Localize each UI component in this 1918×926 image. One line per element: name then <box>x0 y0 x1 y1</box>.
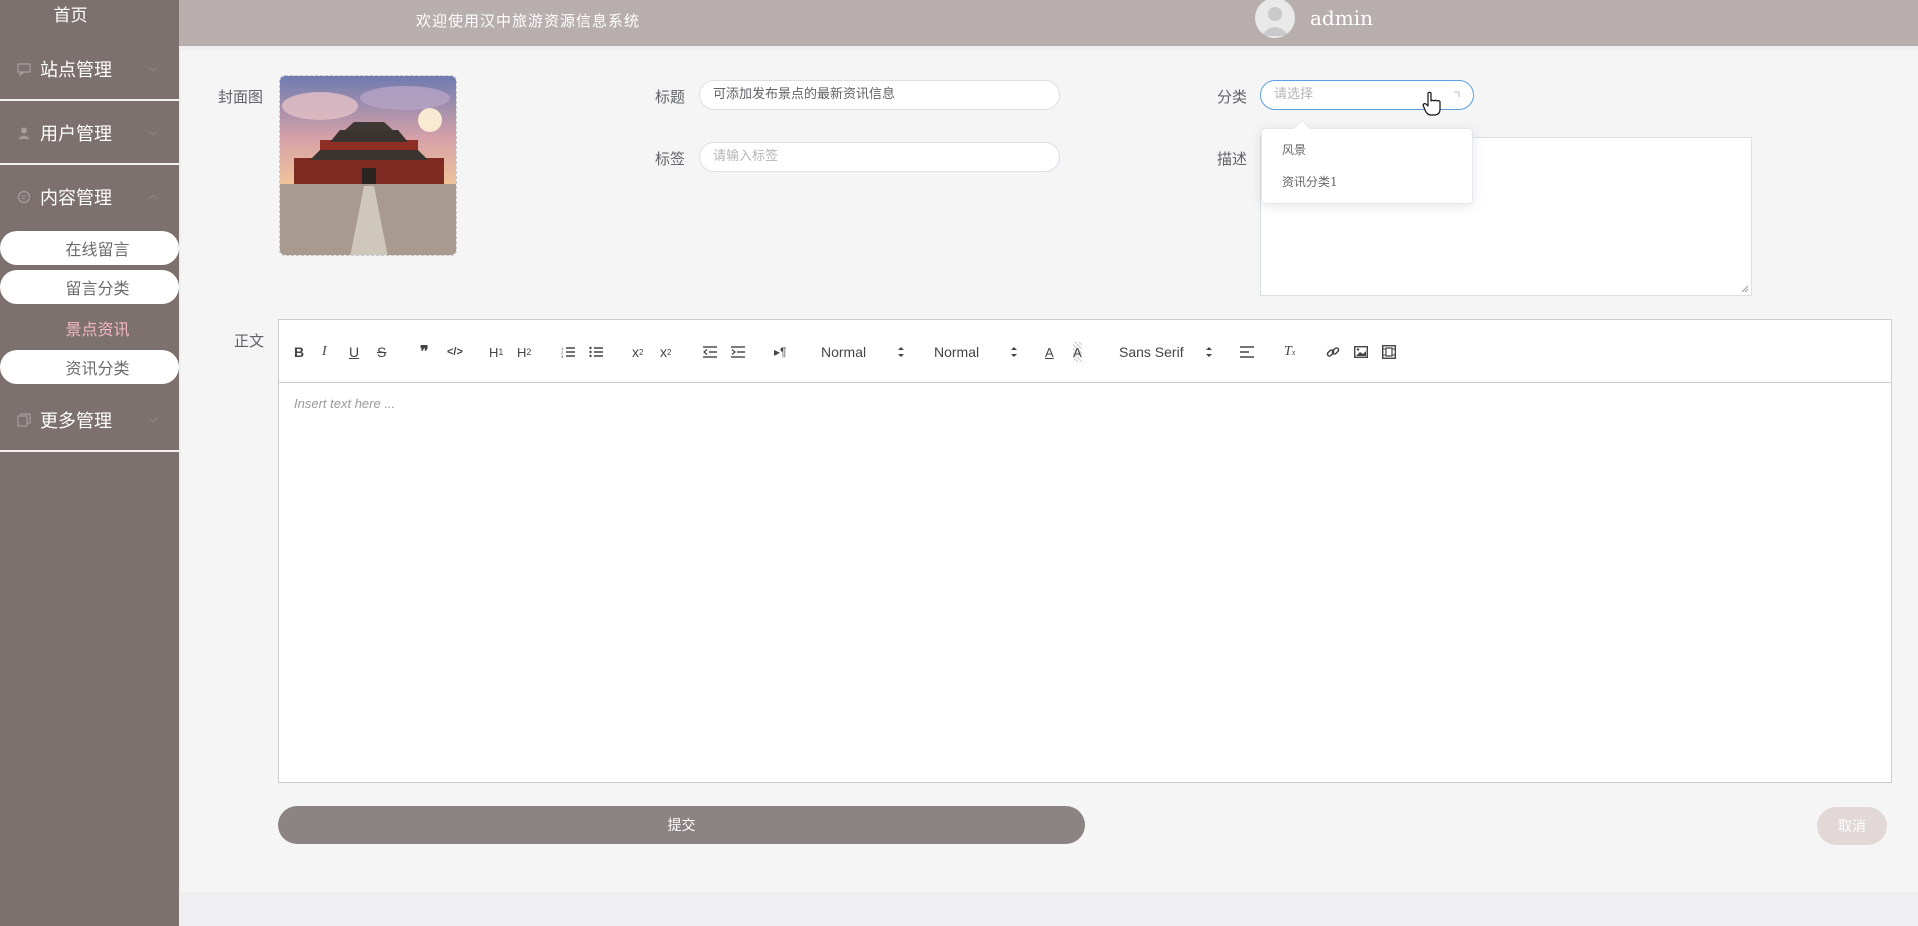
size-picker-label: Normal <box>934 344 980 360</box>
svg-text:3: 3 <box>561 354 564 358</box>
cover-image-upload[interactable] <box>279 75 457 256</box>
hand-cursor-icon <box>1422 91 1441 116</box>
category-dropdown: 风景 资讯分类1 <box>1261 119 1473 204</box>
user-icon <box>16 125 32 141</box>
strike-icon[interactable]: S <box>377 342 386 362</box>
title-label: 标题 <box>655 88 686 106</box>
avatar[interactable] <box>1255 0 1295 38</box>
italic-icon[interactable]: I <box>322 342 327 362</box>
title-input[interactable]: 可添加发布景点的最新资讯信息 <box>699 80 1060 110</box>
menu-group-label: 内容管理 <box>40 188 112 209</box>
sidebar: 首页 站点管理 用户管理 内容管理 在线留言 留言分类 景点资讯 资讯分类 更多… <box>0 0 179 926</box>
subscript-icon[interactable]: x2 <box>632 342 643 362</box>
text-direction-icon[interactable]: ▸¶ <box>774 342 786 362</box>
ordered-list-icon[interactable]: 123 <box>561 342 575 362</box>
rich-text-editor: B I U S ❞ </> H1 H2 123 x2 x2 ▸¶ Normal … <box>278 319 1892 783</box>
menu-group-label: 更多管理 <box>40 411 112 432</box>
picker-arrows-icon <box>1206 347 1212 357</box>
category-select-placeholder: 请选择 <box>1274 87 1314 102</box>
chat-icon <box>16 61 32 77</box>
chevron-up-icon <box>1453 81 1461 109</box>
top-bar: 欢迎使用汉中旅游资源信息系统 admin <box>179 0 1918 46</box>
dropdown-option[interactable]: 资讯分类1 <box>1282 173 1338 190</box>
submenu-item-attraction-news[interactable]: 景点资讯 <box>0 311 179 345</box>
dropdown-option[interactable]: 风景 <box>1282 141 1306 158</box>
h2-icon[interactable]: H2 <box>517 342 531 362</box>
menu-content-management[interactable]: 内容管理 <box>0 166 179 228</box>
background-color-icon[interactable]: A <box>1073 342 1082 362</box>
font-picker[interactable]: Sans Serif <box>1119 342 1213 362</box>
align-icon[interactable] <box>1240 342 1254 362</box>
editor-content[interactable]: Insert text here ... <box>279 383 1891 424</box>
menu-group-label: 用户管理 <box>40 124 112 145</box>
superscript-icon[interactable]: x2 <box>660 342 671 362</box>
h1-icon[interactable]: H1 <box>489 342 503 362</box>
blockquote-icon[interactable]: ❞ <box>420 342 429 362</box>
description-label: 描述 <box>1217 150 1248 168</box>
indent-icon[interactable] <box>731 342 745 362</box>
editor-toolbar: B I U S ❞ </> H1 H2 123 x2 x2 ▸¶ Normal … <box>279 320 1891 383</box>
body-label: 正文 <box>234 332 265 350</box>
header-picker-label: Normal <box>821 344 867 360</box>
size-picker[interactable]: Normal <box>934 342 1018 362</box>
tag-input[interactable]: 请输入标签 <box>699 142 1060 172</box>
editor-placeholder: Insert text here ... <box>294 396 396 411</box>
link-icon[interactable] <box>1326 342 1340 362</box>
menu-user-management[interactable]: 用户管理 <box>0 103 179 165</box>
picker-arrows-icon <box>898 347 904 357</box>
copy-icon <box>16 412 32 428</box>
chevron-down-icon <box>145 412 161 428</box>
text-color-icon[interactable]: A <box>1045 342 1054 362</box>
submenu-item-message-category[interactable]: 留言分类 <box>0 270 179 304</box>
chevron-down-icon <box>145 61 161 77</box>
submit-button[interactable]: 提交 <box>278 806 1085 844</box>
header-picker[interactable]: Normal <box>821 342 905 362</box>
picker-arrows-icon <box>1011 347 1017 357</box>
cover-label: 封面图 <box>218 88 264 106</box>
outdent-icon[interactable] <box>703 342 717 362</box>
chevron-up-icon <box>145 189 161 205</box>
submenu-item-news-category[interactable]: 资讯分类 <box>0 350 179 384</box>
username[interactable]: admin <box>1310 6 1373 30</box>
code-block-icon[interactable]: </> <box>447 342 463 362</box>
tag-label: 标签 <box>655 150 686 168</box>
menu-site-management[interactable]: 站点管理 <box>0 39 179 101</box>
image-icon[interactable] <box>1354 342 1368 362</box>
menu-group-label: 站点管理 <box>40 60 112 81</box>
video-icon[interactable] <box>1382 342 1396 362</box>
bold-icon[interactable]: B <box>294 342 304 362</box>
submenu-item-online-message[interactable]: 在线留言 <box>0 231 179 265</box>
underline-icon[interactable]: U <box>349 342 359 362</box>
menu-more-management[interactable]: 更多管理 <box>0 390 179 452</box>
font-picker-label: Sans Serif <box>1119 344 1184 360</box>
chevron-down-icon <box>145 125 161 141</box>
bullet-list-icon[interactable] <box>589 342 603 362</box>
category-label: 分类 <box>1217 88 1248 106</box>
welcome-text: 欢迎使用汉中旅游资源信息系统 <box>416 12 641 30</box>
cancel-button[interactable]: 取消 <box>1817 807 1887 845</box>
clear-format-icon[interactable]: Tx <box>1284 342 1295 362</box>
menu-home[interactable]: 首页 <box>0 0 141 32</box>
message-icon <box>16 189 32 205</box>
